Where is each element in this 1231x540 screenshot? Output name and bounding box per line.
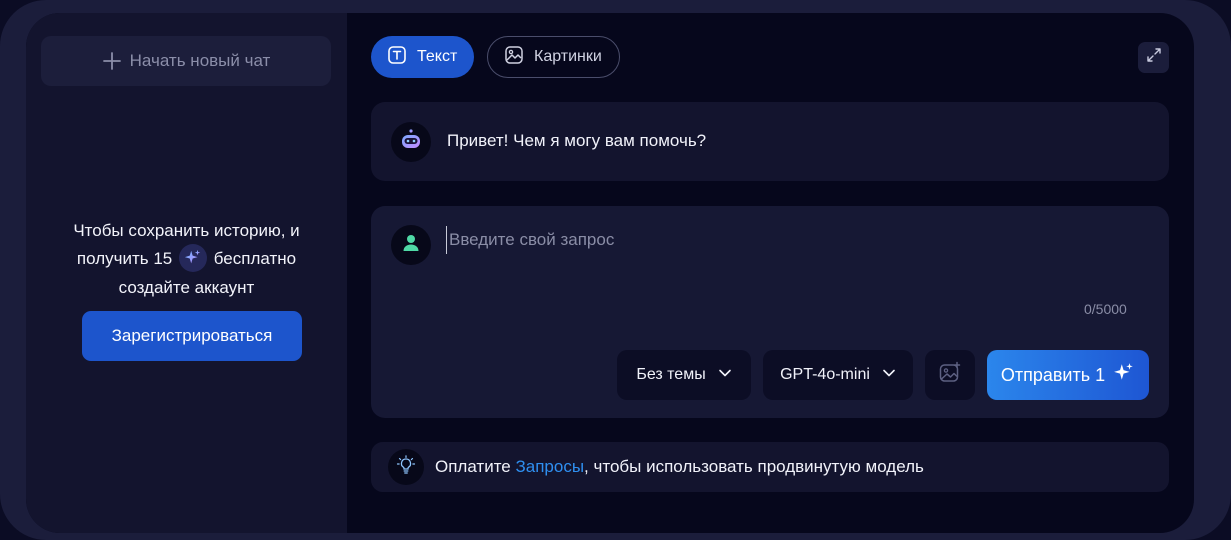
- tab-text-label: Текст: [417, 48, 458, 65]
- chevron-down-icon: [718, 366, 732, 385]
- chevron-down-icon: [882, 366, 896, 385]
- sidebar: Начать новый чат Чтобы сохранить историю…: [26, 13, 347, 533]
- promo-line-2-prefix: получить 15: [76, 249, 173, 268]
- model-select-label: GPT-4o-mini: [780, 366, 870, 383]
- upgrade-banner: Оплатите Запросы, чтобы использовать про…: [371, 442, 1169, 492]
- plus-icon: [102, 51, 122, 71]
- banner-prefix: Оплатите: [435, 457, 516, 476]
- user-icon: [400, 232, 422, 259]
- theme-select-label: Без темы: [636, 366, 706, 383]
- lightbulb-icon: [396, 454, 416, 480]
- expand-button[interactable]: [1138, 42, 1169, 73]
- send-button[interactable]: Отправить 1: [987, 350, 1149, 400]
- promo-line-2-suffix: бесплатно: [213, 249, 297, 268]
- bot-message: Привет! Чем я могу вам помочь?: [371, 102, 1169, 181]
- sparkle-icon: [1113, 362, 1135, 389]
- theme-select[interactable]: Без темы: [617, 350, 751, 400]
- model-select[interactable]: GPT-4o-mini: [763, 350, 913, 400]
- tab-images[interactable]: Картинки: [487, 36, 620, 78]
- prompt-input[interactable]: [446, 226, 1126, 254]
- bot-avatar: [391, 122, 431, 162]
- app-shell: Начать новый чат Чтобы сохранить историю…: [26, 13, 1194, 533]
- expand-icon: [1146, 47, 1162, 68]
- tab-images-label: Картинки: [534, 48, 602, 65]
- sparkle-icon: [179, 243, 207, 272]
- promo-line-3: создайте аккаунт: [118, 277, 255, 297]
- banner-suffix: , чтобы использовать продвинутую модель: [584, 457, 924, 476]
- image-icon: [504, 45, 524, 70]
- bot-message-text: Привет! Чем я могу вам помочь?: [447, 131, 707, 150]
- pricing-link[interactable]: Запросы: [515, 457, 584, 476]
- promo-line-2: получить 15 бесплатно: [26, 243, 347, 274]
- signup-promo: Чтобы сохранить историю, и получить 15 б…: [26, 217, 347, 302]
- upgrade-banner-text: Оплатите Запросы, чтобы использовать про…: [435, 457, 924, 477]
- banner-avatar: [388, 449, 424, 485]
- send-button-label: Отправить 1: [1000, 364, 1106, 385]
- user-avatar: [391, 225, 431, 265]
- tab-text[interactable]: Текст: [371, 36, 474, 78]
- image-add-icon: [938, 361, 962, 390]
- text-icon: [387, 45, 407, 70]
- register-button[interactable]: Зарегистрироваться: [82, 311, 302, 361]
- prompt-composer: 0/5000 Без темы GPT-4o-mini Отправить 1: [371, 206, 1169, 418]
- new-chat-button[interactable]: Начать новый чат: [41, 36, 331, 86]
- new-chat-label: Начать новый чат: [129, 51, 271, 70]
- image-upload-button[interactable]: [925, 350, 975, 400]
- char-counter: 0/5000: [1084, 301, 1127, 317]
- robot-icon: [399, 128, 423, 157]
- promo-line-1: Чтобы сохранить историю, и: [73, 221, 300, 240]
